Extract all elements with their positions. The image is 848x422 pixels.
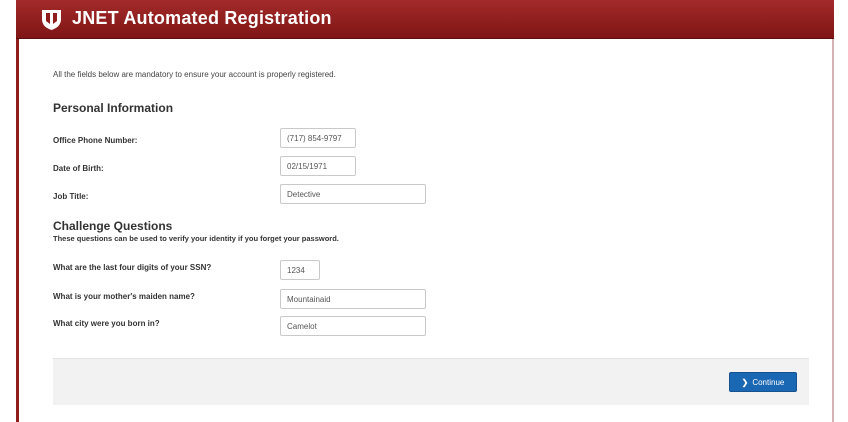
birth-city-answer-input[interactable] xyxy=(280,316,426,336)
date-of-birth-input[interactable] xyxy=(280,156,356,176)
job-title-input[interactable] xyxy=(280,184,426,204)
challenge-questions-subtitle: These questions can be used to verify yo… xyxy=(53,234,339,243)
window-border-right xyxy=(832,0,834,422)
chevron-right-icon: ❯ xyxy=(741,377,749,387)
ssn-question-label: What are the last four digits of your SS… xyxy=(53,263,212,272)
window-border-left xyxy=(16,0,19,422)
continue-button[interactable]: ❯ Continue xyxy=(729,372,797,392)
intro-text: All the fields below are mandatory to en… xyxy=(53,70,336,79)
office-phone-label: Office Phone Number: xyxy=(53,136,138,145)
maiden-name-question-label: What is your mother's maiden name? xyxy=(53,292,195,301)
personal-info-heading: Personal Information xyxy=(53,101,174,115)
birth-city-question-label: What city were you born in? xyxy=(53,319,160,328)
challenge-questions-heading: Challenge Questions xyxy=(53,219,173,233)
ssn-answer-input[interactable] xyxy=(280,260,320,280)
maiden-name-answer-input[interactable] xyxy=(280,289,426,309)
jnet-shield-logo-icon xyxy=(42,10,61,30)
continue-label: Continue xyxy=(752,377,785,387)
app-header: JNET Automated Registration xyxy=(16,0,834,39)
form-footer: ❯ Continue xyxy=(53,358,809,405)
job-title-label: Job Title: xyxy=(53,192,89,201)
date-of-birth-label: Date of Birth: xyxy=(53,164,104,173)
office-phone-input[interactable] xyxy=(280,128,356,148)
app-title: JNET Automated Registration xyxy=(72,8,332,28)
